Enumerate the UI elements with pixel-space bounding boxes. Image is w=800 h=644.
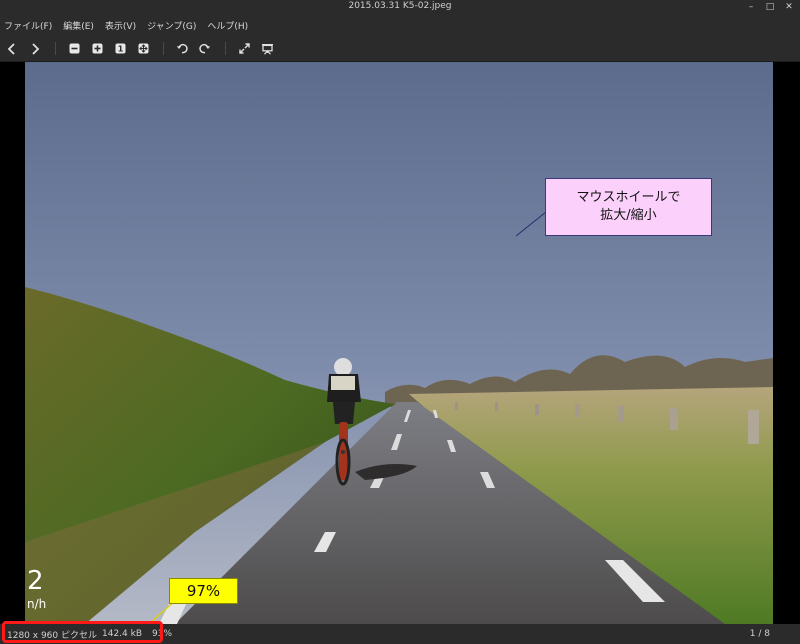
image-position: 1 / 8 [749, 629, 770, 639]
slideshow-icon[interactable] [258, 40, 276, 57]
maximize-icon[interactable]: □ [765, 1, 775, 13]
menu-view[interactable]: 表示(V) [105, 19, 136, 32]
zoom-in-icon[interactable] [88, 40, 106, 57]
toolbar-separator [163, 42, 164, 55]
menu-go[interactable]: ジャンプ(G) [147, 19, 196, 32]
forward-icon[interactable] [26, 40, 44, 57]
menu-bar: ファイル(F) 編集(E) 表示(V) ジャンプ(G) ヘルプ(H) [0, 15, 800, 35]
title-bar: 2015.03.31 K5-02.jpeg – □ ✕ [0, 0, 800, 15]
wheel-zoom-callout: マウスホイールで 拡大/縮小 [545, 178, 712, 236]
window-title: 2015.03.31 K5-02.jpeg [348, 1, 452, 11]
actual-size-icon[interactable]: 1 [111, 40, 129, 57]
fullscreen-icon[interactable] [235, 40, 253, 57]
photo [25, 62, 773, 624]
toolbar: 1 [0, 35, 800, 62]
rotate-left-icon[interactable] [173, 40, 191, 57]
image-viewer[interactable]: 2 n/h [0, 62, 800, 624]
menu-help[interactable]: ヘルプ(H) [207, 19, 248, 32]
speed-overlay: 2 [27, 566, 44, 596]
zoom-out-icon[interactable] [65, 40, 83, 57]
menu-file[interactable]: ファイル(F) [4, 19, 52, 32]
minimize-icon[interactable]: – [746, 1, 756, 13]
menu-edit[interactable]: 編集(E) [63, 19, 94, 32]
toolbar-separator [55, 42, 56, 55]
actual-size-glyph: 1 [117, 45, 123, 54]
close-icon[interactable]: ✕ [784, 1, 794, 13]
status-highlight-box [2, 621, 163, 643]
back-icon[interactable] [3, 40, 21, 57]
toolbar-separator [225, 42, 226, 55]
speed-unit-overlay: n/h [27, 597, 47, 611]
callout-line-1: マウスホイールで [576, 190, 681, 205]
callout-line-2: 拡大/縮小 [600, 208, 657, 223]
zoom-percent-callout: 97% [169, 578, 238, 604]
rotate-right-icon[interactable] [196, 40, 214, 57]
fit-window-icon[interactable] [134, 40, 152, 57]
